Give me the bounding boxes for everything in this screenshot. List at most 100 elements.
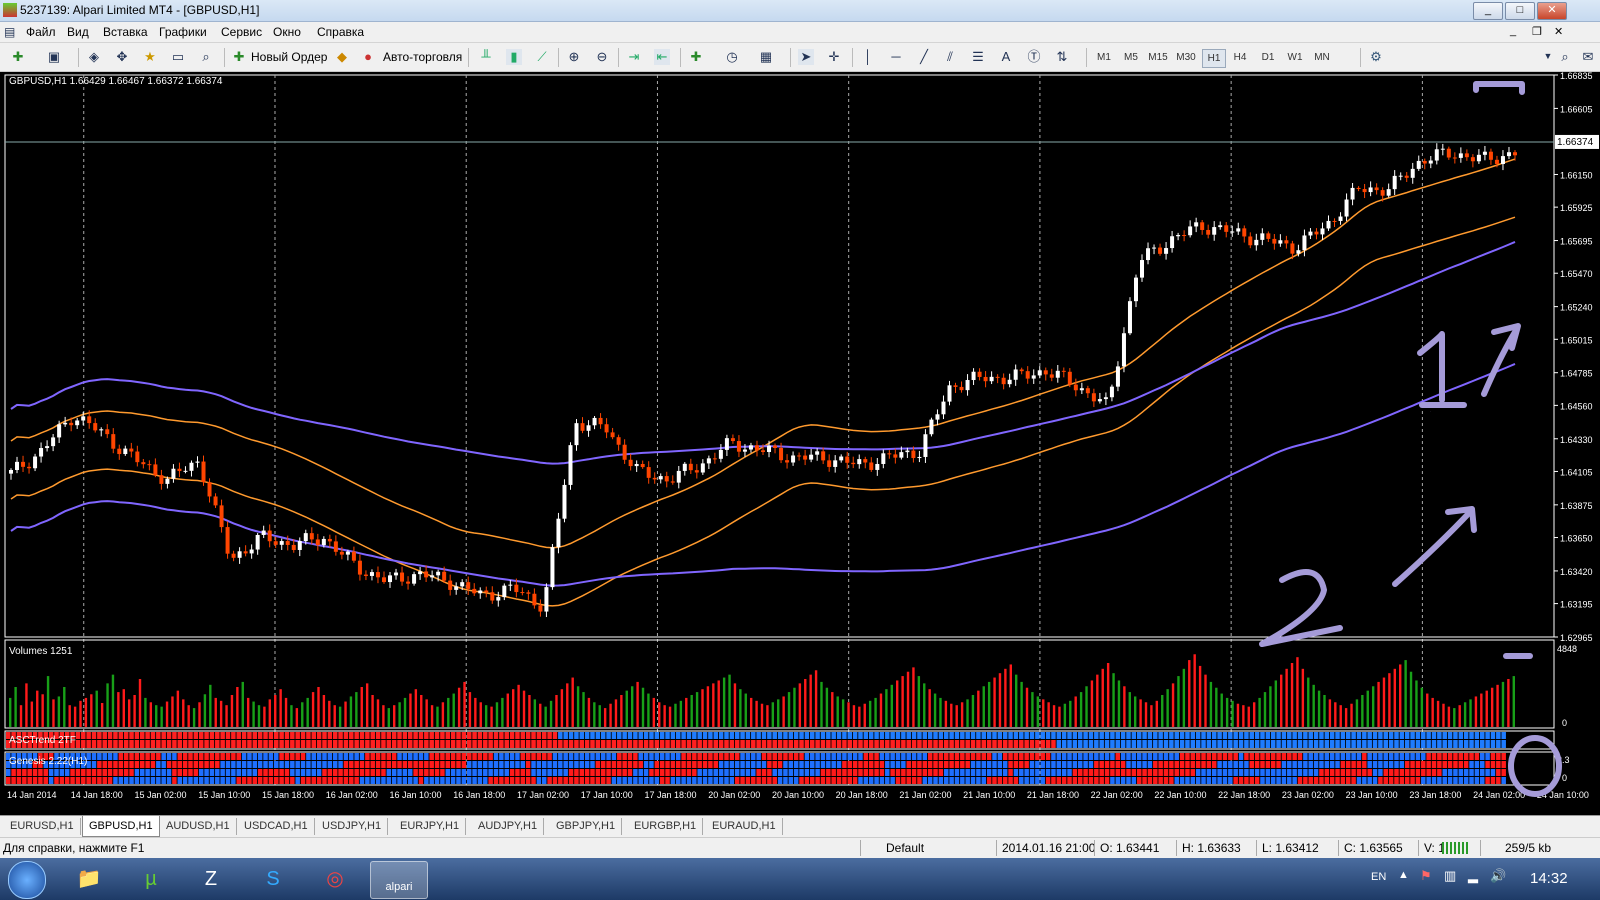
minimize-button[interactable]: _ <box>1473 2 1503 20</box>
chart-header: GBPUSD,H1 1.66429 1.66467 1.66372 1.6637… <box>9 76 223 87</box>
timeframe-m5[interactable]: M5 <box>1120 49 1142 66</box>
symbol-tab[interactable]: EURAUD,H1 <box>706 818 783 835</box>
timeframe-m1[interactable]: M1 <box>1093 49 1115 66</box>
genesis-bar <box>1024 777 1029 784</box>
mdi-close-icon[interactable]: ✕ <box>1554 25 1563 38</box>
timeframe-h4[interactable]: H4 <box>1229 49 1251 66</box>
data-window-icon[interactable]: ✥ <box>114 49 130 65</box>
alpari-taskbar-button[interactable]: alpari <box>370 861 428 899</box>
symbol-tab[interactable]: GBPJPY,H1 <box>550 818 623 835</box>
symbol-tab[interactable]: EURJPY,H1 <box>394 818 467 835</box>
search-icon[interactable]: ⌕ <box>1557 49 1573 65</box>
trendline-icon[interactable]: ╱ <box>916 49 932 65</box>
timeframe-m15[interactable]: M15 <box>1147 49 1169 66</box>
genesis-bar <box>97 753 102 760</box>
mdi-minimize-icon[interactable]: _ <box>1510 25 1516 37</box>
maximize-button[interactable]: □ <box>1505 2 1535 20</box>
genesis-bar <box>359 753 365 760</box>
periods-icon[interactable]: ◷ <box>724 49 740 65</box>
menu-insert[interactable]: Вставка <box>103 25 148 39</box>
menu-window[interactable]: Окно <box>273 25 301 39</box>
mailbox-icon[interactable]: ✉ <box>1580 49 1596 65</box>
text-label-icon[interactable]: Ⓣ <box>1026 49 1042 65</box>
zoom-out-icon[interactable]: ⊖ <box>594 49 610 65</box>
symbol-tab[interactable]: AUDUSD,H1 <box>160 818 237 835</box>
tray-arrow-icon[interactable]: ▲ <box>1398 869 1409 881</box>
timeframe-d1[interactable]: D1 <box>1257 49 1279 66</box>
symbol-tab[interactable]: EURUSD,H1 <box>4 818 81 835</box>
price-chart[interactable]: 1.668351.666051.661501.659251.656951.654… <box>0 72 1600 814</box>
candlestick-icon[interactable]: ▮ <box>506 49 522 65</box>
auto-trading-button[interactable]: Авто-торговля <box>383 50 462 64</box>
asctrend-bar-top <box>1142 732 1147 739</box>
symbol-tab[interactable]: EURGBP,H1 <box>628 818 704 835</box>
menu-file[interactable]: Файл <box>26 25 56 39</box>
templates-icon[interactable]: ▦ <box>758 49 774 65</box>
mdi-restore-icon[interactable]: ❐ <box>1532 25 1542 38</box>
chart-window[interactable]: 1.66835 1.66605 1.66150 1.65925 1.65695 1.654… <box>0 72 1600 814</box>
genesis-bar <box>1469 777 1474 784</box>
tray-network-icon[interactable]: ▥ <box>1444 868 1456 884</box>
taskbar-clock[interactable]: 14:32 <box>1530 870 1568 887</box>
close-button[interactable]: ✕ <box>1537 2 1567 20</box>
chrome-icon[interactable]: ◎ <box>310 861 360 897</box>
text-icon[interactable]: A <box>998 49 1014 65</box>
chevron-down-icon[interactable]: ▼ <box>1540 48 1556 64</box>
navigator-icon[interactable]: ★ <box>142 49 158 65</box>
zoom-in-icon[interactable]: ⊕ <box>566 49 582 65</box>
genesis-bar <box>236 769 241 776</box>
tester-icon[interactable]: ⌕ <box>198 49 214 65</box>
genesis-bar <box>1222 777 1228 784</box>
start-button[interactable] <box>8 861 46 899</box>
line-chart-icon[interactable]: ⟋ <box>534 49 550 65</box>
settings-gear-icon[interactable]: ⚙ <box>1368 49 1384 65</box>
language-indicator[interactable]: EN <box>1371 871 1386 883</box>
metaeditor-icon[interactable]: ◆ <box>334 49 350 65</box>
utorrent-icon[interactable]: µ <box>126 861 176 897</box>
genesis-bar <box>649 753 654 760</box>
menu-charts[interactable]: Графики <box>159 25 207 39</box>
cursor-icon[interactable]: ➤ <box>798 49 814 65</box>
bar-chart-icon[interactable]: ╨ <box>478 49 494 65</box>
timeframe-w1[interactable]: W1 <box>1284 49 1306 66</box>
symbol-tab[interactable]: GBPUSD,H1 <box>82 816 160 837</box>
timeframe-mn[interactable]: MN <box>1311 49 1333 66</box>
volume-bar-down <box>614 699 618 727</box>
explorer-icon[interactable]: 📁 <box>64 861 114 897</box>
tray-flag-icon[interactable]: ⚑ <box>1420 868 1432 884</box>
arrows-icon[interactable]: ⇅ <box>1054 49 1070 65</box>
timeframe-m30[interactable]: M30 <box>1175 49 1197 66</box>
genesis-bar <box>1217 777 1222 784</box>
winrar-icon[interactable]: Z <box>186 861 236 897</box>
asctrend-bar-bottom <box>140 740 145 748</box>
genesis-bar <box>1474 777 1480 784</box>
vertical-line-icon[interactable]: │ <box>860 49 876 65</box>
market-watch-icon[interactable]: ◈ <box>86 49 102 65</box>
equidistant-channel-icon[interactable]: ⫽ <box>942 49 958 65</box>
genesis-bar <box>702 753 708 760</box>
symbol-tab[interactable]: USDCAD,H1 <box>238 818 315 835</box>
new-order-button[interactable]: Новый Ордер <box>251 50 327 64</box>
fibonacci-icon[interactable]: ☰ <box>970 49 986 65</box>
symbol-tab[interactable]: USDJPY,H1 <box>316 818 389 835</box>
auto-trading-icon[interactable]: ● <box>360 49 376 65</box>
menu-view[interactable]: Вид <box>67 25 89 39</box>
new-order-icon[interactable]: ✚ <box>231 49 247 65</box>
terminal-icon[interactable]: ▭ <box>170 49 186 65</box>
genesis-bar <box>118 753 124 760</box>
menu-help[interactable]: Справка <box>317 25 364 39</box>
timeframe-h1[interactable]: H1 <box>1202 49 1226 68</box>
genesis-bar <box>552 769 558 776</box>
chart-shift-icon[interactable]: ⇤ <box>654 49 670 65</box>
symbol-tab[interactable]: AUDJPY,H1 <box>472 818 545 835</box>
horizontal-line-icon[interactable]: ─ <box>888 49 904 65</box>
menu-tools[interactable]: Сервис <box>221 25 262 39</box>
indicators-icon[interactable]: ✚ <box>688 49 704 65</box>
tray-signal-icon[interactable]: ▂ <box>1468 868 1478 884</box>
auto-scroll-icon[interactable]: ⇥ <box>626 49 642 65</box>
profiles-icon[interactable]: ▣ <box>46 49 62 65</box>
new-chart-icon[interactable]: ✚ <box>10 49 26 65</box>
crosshair-icon[interactable]: ✛ <box>826 49 842 65</box>
tray-volume-icon[interactable]: 🔊 <box>1490 868 1506 884</box>
skype-icon[interactable]: S <box>248 861 298 897</box>
